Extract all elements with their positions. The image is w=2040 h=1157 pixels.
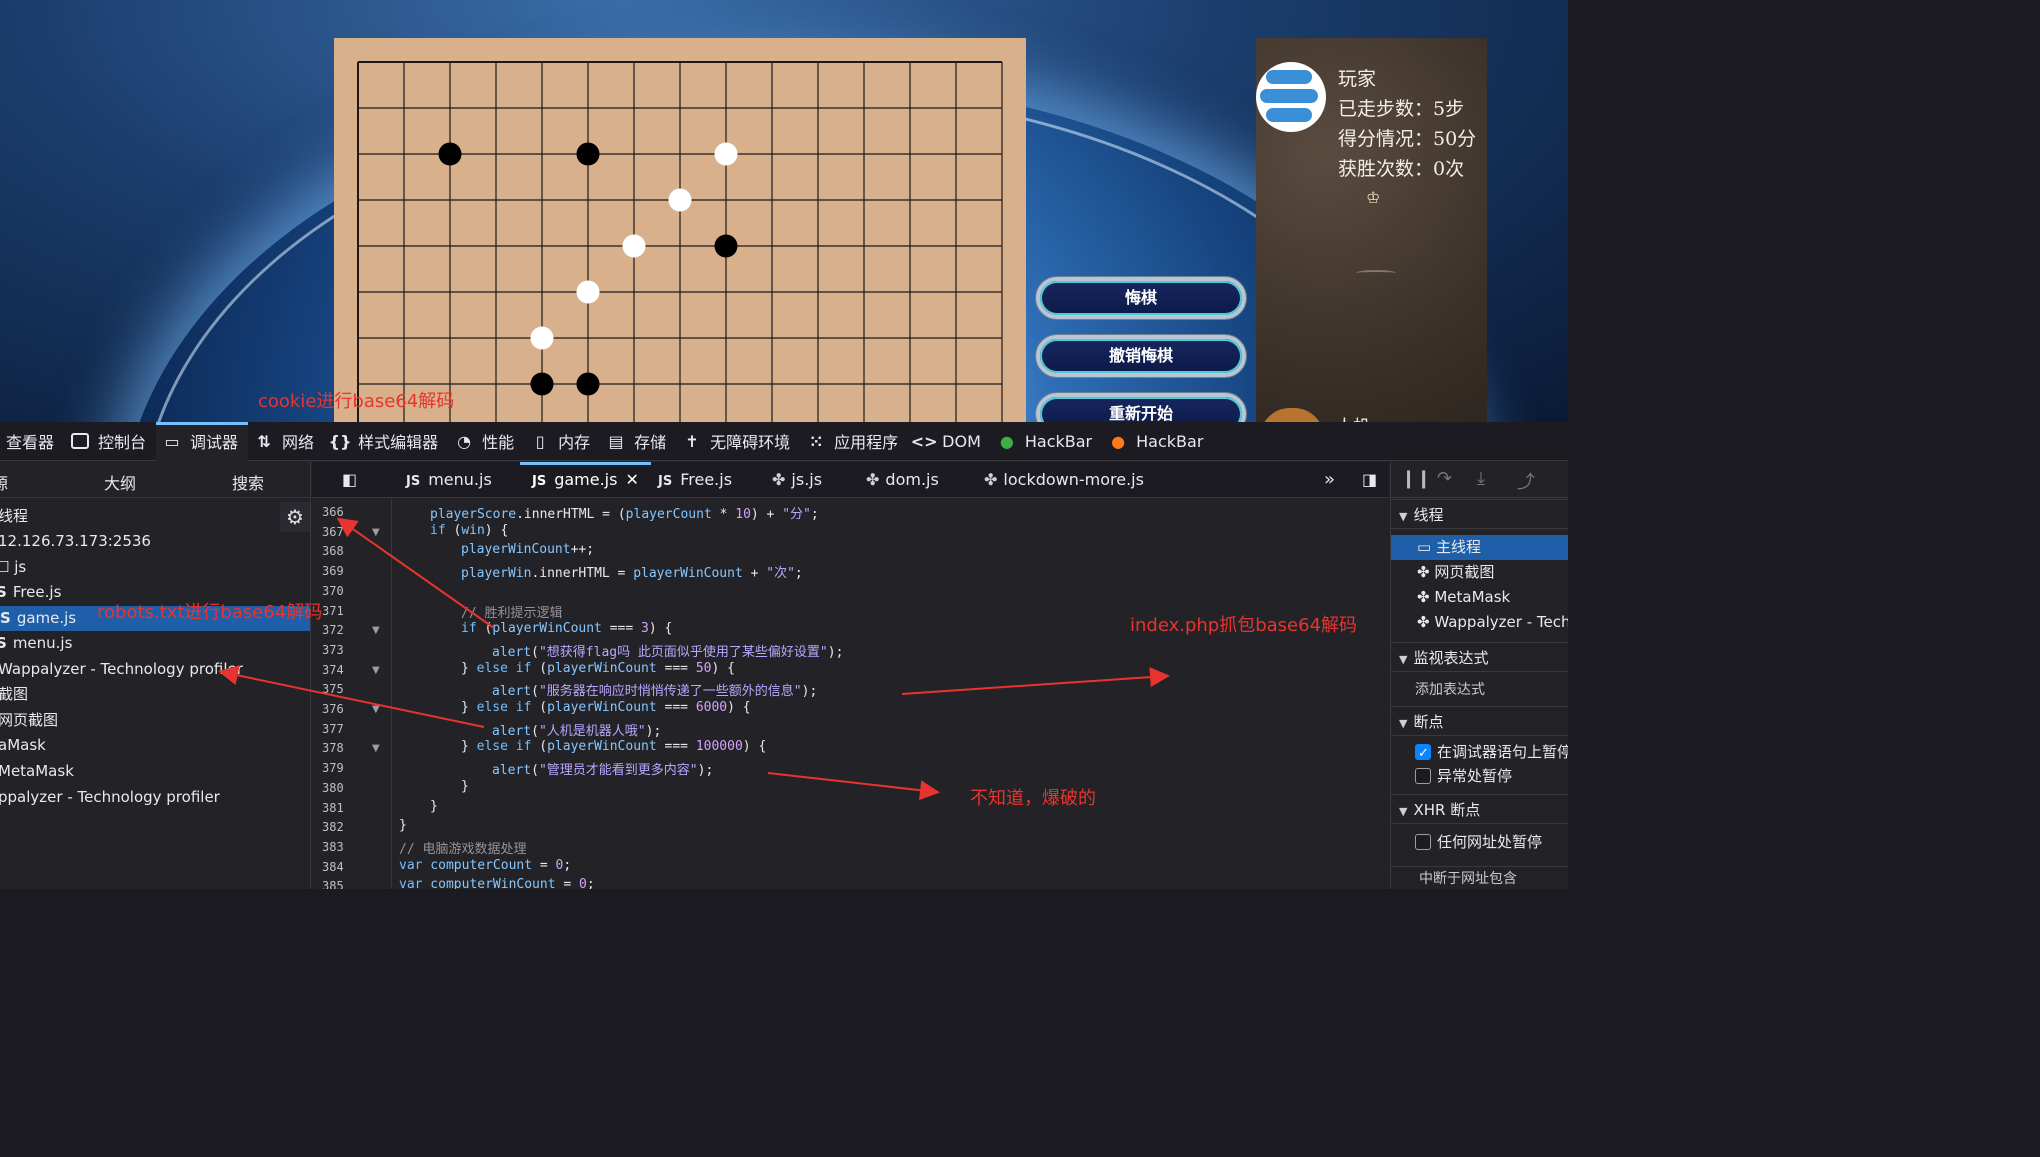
black-stone <box>714 234 738 258</box>
gomoku-board[interactable] <box>334 38 1026 422</box>
cancel-undo-button[interactable]: 撤销悔棋 <box>1036 335 1246 377</box>
undo-button[interactable]: 悔棋 <box>1036 277 1246 319</box>
player-score: 得分情况：50分 <box>1338 128 1477 150</box>
arrow-to-index-note <box>901 667 1170 695</box>
game-scene: 悔棋 撤销悔棋 重新开始 玩家 已走步数：5步 得分情况：50分 获胜次数：0次… <box>0 0 1568 422</box>
arrow-to-wappalyzer <box>218 665 485 728</box>
annotation-cookie: cookie进行base64解码 <box>258 391 455 412</box>
white-stone <box>576 280 600 304</box>
arrow-to-line-366 <box>336 517 495 629</box>
arrow-to-unknown-note <box>767 772 940 801</box>
ornament-divider <box>1356 270 1396 276</box>
white-stone <box>622 234 646 258</box>
player-info-panel: 玩家 已走步数：5步 得分情况：50分 获胜次数：0次 ♔ 人机 <box>1256 38 1487 422</box>
white-stone <box>530 326 554 350</box>
crown-icon: ♔ <box>1366 188 1381 207</box>
player-avatar <box>1256 62 1326 132</box>
player-steps: 已走步数：5步 <box>1338 98 1465 120</box>
white-stone <box>668 188 692 212</box>
ai-avatar <box>1260 408 1324 422</box>
devtools: 查看器 控制台 ▭ 调试器 ⇅ 网络 {} 样式编辑器 ◔ 性能 ▯ 内存 ▤ 存储 ✝ 无障… <box>0 421 1568 889</box>
black-stone <box>530 372 554 396</box>
annotation-arrows <box>218 517 1170 801</box>
board-grid[interactable] <box>334 38 1026 422</box>
black-stone <box>576 142 600 166</box>
ai-label: 人机 <box>1336 412 1370 422</box>
white-stone <box>714 142 738 166</box>
restart-button[interactable]: 重新开始 <box>1036 393 1246 422</box>
black-stone <box>576 372 600 396</box>
black-stone <box>438 142 462 166</box>
player-wins: 获胜次数：0次 <box>1338 158 1465 180</box>
player-title: 玩家 <box>1338 68 1377 90</box>
